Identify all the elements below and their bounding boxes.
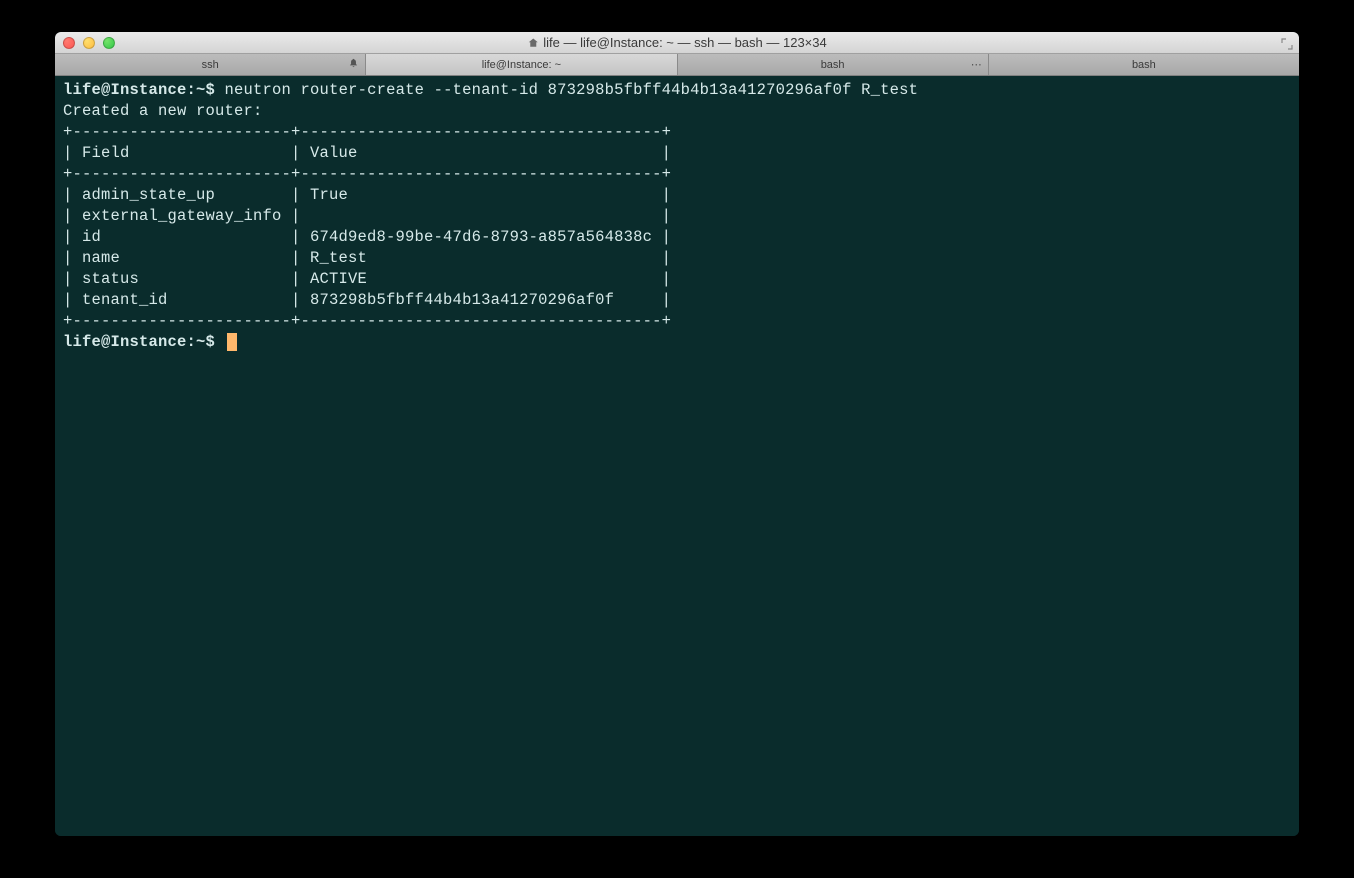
zoom-button[interactable] <box>103 37 115 49</box>
expand-icon[interactable] <box>1281 37 1293 49</box>
table-row: | id | 674d9ed8-99be-47d6-8793-a857a5648… <box>63 228 671 246</box>
table-row: | name | R_test | <box>63 249 671 267</box>
titlebar: life — life@Instance: ~ — ssh — bash — 1… <box>55 32 1299 54</box>
table-row: | admin_state_up | True | <box>63 186 671 204</box>
table-border: +-----------------------+---------------… <box>63 123 671 141</box>
ellipsis-icon: ⋯ <box>971 58 982 71</box>
cursor <box>227 333 237 351</box>
table-row: | external_gateway_info | | <box>63 207 671 225</box>
window-title: life — life@Instance: ~ — ssh — bash — 1… <box>527 35 826 50</box>
tab-ssh[interactable]: ssh <box>55 54 366 75</box>
tab-bash-1[interactable]: bash ⋯ <box>678 54 989 75</box>
traffic-lights <box>63 37 115 49</box>
shell-prompt: life@Instance:~$ <box>63 81 215 99</box>
shell-prompt: life@Instance:~$ <box>63 333 215 351</box>
window-title-text: life — life@Instance: ~ — ssh — bash — 1… <box>543 35 826 50</box>
command-text: neutron router-create --tenant-id 873298… <box>225 81 919 99</box>
tab-label: life@Instance: ~ <box>482 59 561 71</box>
terminal-window: life — life@Instance: ~ — ssh — bash — 1… <box>55 32 1299 836</box>
tab-bash-2[interactable]: bash <box>989 54 1299 75</box>
close-button[interactable] <box>63 37 75 49</box>
table-border: +-----------------------+---------------… <box>63 165 671 183</box>
terminal-output[interactable]: life@Instance:~$ neutron router-create -… <box>55 76 1299 836</box>
home-icon <box>527 37 539 49</box>
table-row: | status | ACTIVE | <box>63 270 671 288</box>
bell-icon <box>348 58 359 72</box>
tab-life-instance[interactable]: life@Instance: ~ <box>366 54 677 75</box>
response-header: Created a new router: <box>63 102 263 120</box>
tab-label: bash <box>1132 59 1156 71</box>
tab-label: ssh <box>202 59 219 71</box>
minimize-button[interactable] <box>83 37 95 49</box>
tabbar: ssh life@Instance: ~ bash ⋯ bash <box>55 54 1299 76</box>
table-row: | tenant_id | 873298b5fbff44b4b13a412702… <box>63 291 671 309</box>
table-header: | Field | Value | <box>63 144 671 162</box>
tab-label: bash <box>821 59 845 71</box>
table-border: +-----------------------+---------------… <box>63 312 671 330</box>
